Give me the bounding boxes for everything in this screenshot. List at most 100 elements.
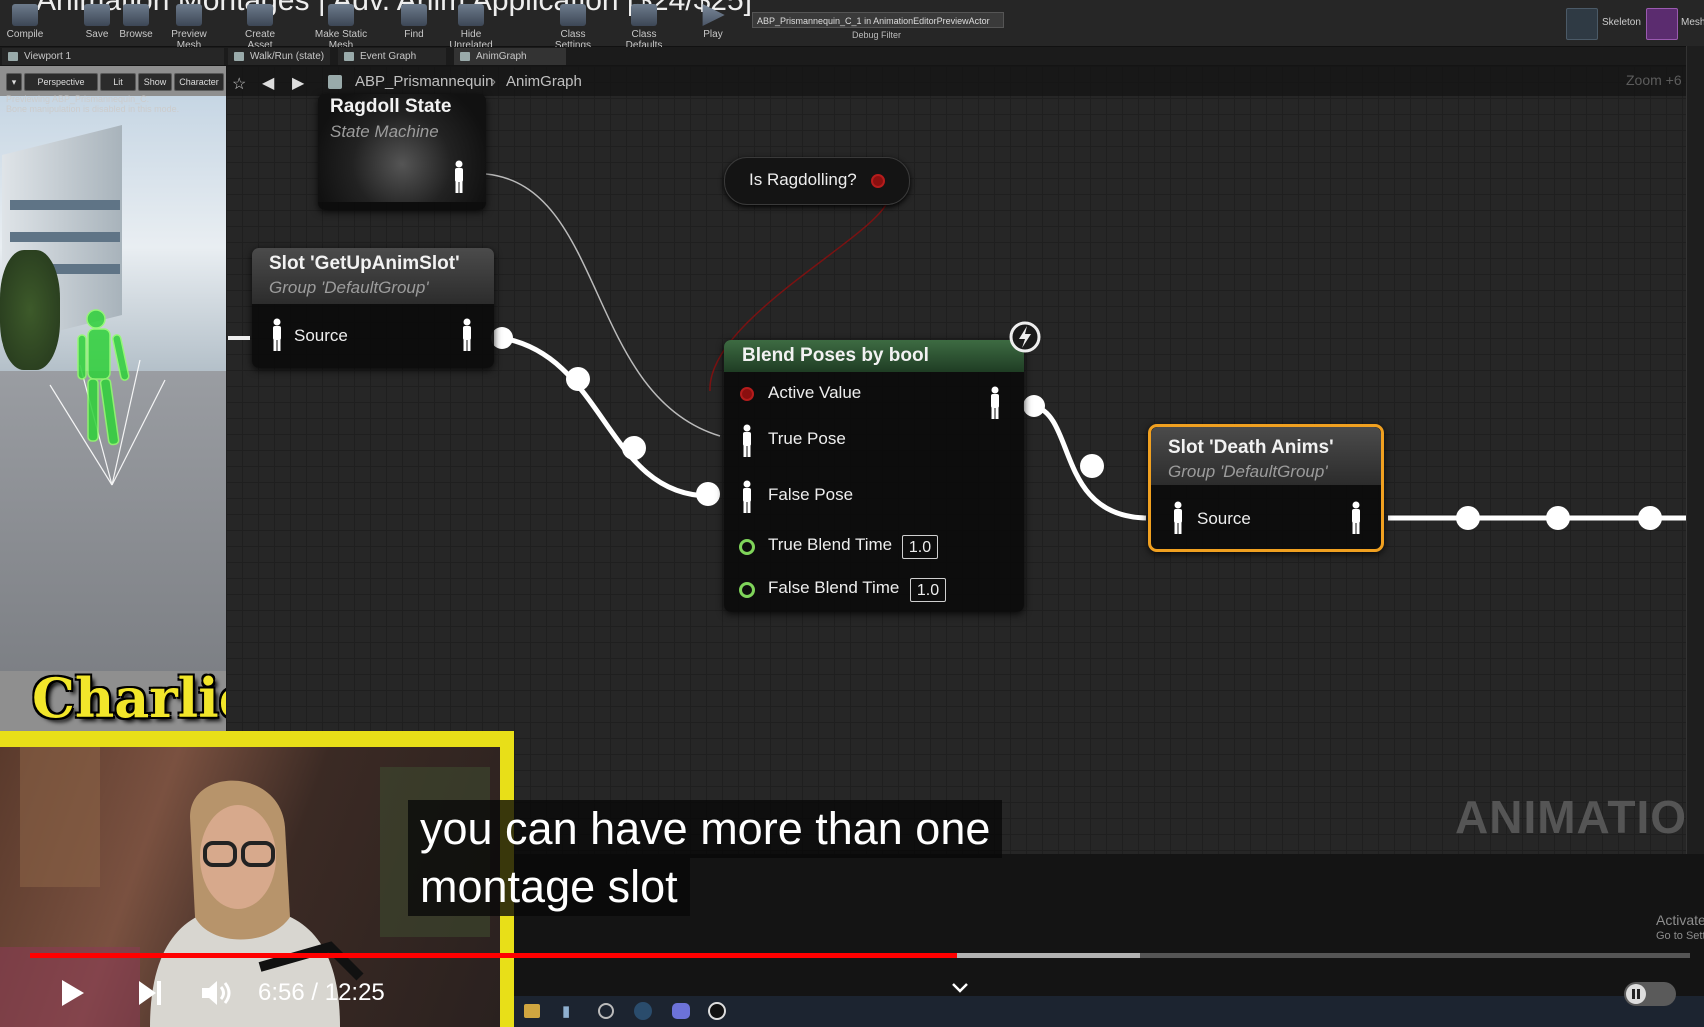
pin-label-true-blend-time: True Blend Time [768, 535, 893, 554]
pin-label-false-blend-time: False Blend Time [768, 578, 900, 597]
browse-icon [123, 4, 149, 26]
compile-icon [12, 4, 38, 26]
death-anims-slot-node[interactable]: Slot 'Death Anims' Group 'DefaultGroup' … [1148, 424, 1384, 552]
bool-output-pin-icon[interactable] [871, 174, 885, 188]
hide-unrelated-button[interactable]: Hide Unrelated [438, 2, 504, 51]
breadcrumb-root[interactable]: ABP_Prismannequin [355, 73, 493, 90]
is-ragdolling-node[interactable]: Is Ragdolling? [724, 157, 910, 205]
fast-path-lightning-icon [1009, 321, 1041, 353]
channel-watermark: Charlie [32, 666, 254, 730]
find-icon [401, 4, 427, 26]
make-static-mesh-button[interactable]: Make Static Mesh [302, 2, 380, 51]
pose-output-pin-icon[interactable] [988, 386, 1002, 420]
windows-taskbar [514, 996, 1704, 1027]
class-settings-icon [560, 4, 586, 26]
browse-button[interactable]: Browse [118, 2, 154, 44]
find-button[interactable]: Find [400, 2, 428, 44]
breadcrumb-separator-icon: › [491, 73, 496, 90]
graph-icon [344, 52, 354, 61]
steam-icon[interactable] [634, 1002, 652, 1020]
static-mesh-icon [328, 4, 354, 26]
debug-filter-dropdown[interactable]: ABP_Prismannequin_C_1 in AnimationEditor… [752, 12, 1004, 28]
viewport-note: Previewing ABP_Prismannequin_C. Bone mani… [6, 94, 179, 114]
tab-viewport[interactable]: Viewport 1 [2, 48, 224, 65]
tab-anim-graph[interactable]: AnimGraph [454, 48, 566, 65]
hide-unrelated-icon [458, 4, 484, 26]
autoplay-toggle[interactable] [1624, 982, 1676, 1006]
pose-input-pin-icon[interactable] [1171, 501, 1185, 535]
chevron-down-icon[interactable] [950, 980, 970, 996]
save-button[interactable]: Save [80, 2, 114, 44]
false-pose-pin-icon[interactable] [740, 480, 754, 514]
details-panel-edge[interactable] [1686, 46, 1704, 854]
activation-line: Go to Sett [1656, 930, 1704, 942]
create-asset-button[interactable]: Create Asset [232, 2, 288, 51]
next-video-icon[interactable] [136, 979, 166, 1007]
activation-line: Activate [1656, 912, 1704, 928]
preview-mesh-icon [176, 4, 202, 26]
pause-bar [1637, 989, 1640, 999]
perspective-button[interactable]: Perspective [24, 73, 98, 91]
active-value-pin-icon[interactable] [740, 387, 754, 401]
pose-output-pin-icon[interactable] [460, 318, 474, 352]
mannequin-figure[interactable] [40, 305, 180, 505]
class-defaults-icon [631, 4, 657, 26]
back-arrow-icon[interactable]: ◀ [262, 73, 274, 93]
chart-app-icon[interactable]: ▮ [562, 1002, 570, 1020]
windows-activation-notice: Activate Go to Sett [1656, 912, 1704, 944]
getup-to-false-pose-wire [501, 335, 711, 499]
viewport-note-line: Previewing ABP_Prismannequin_C. [6, 94, 150, 104]
true-blend-time-input[interactable]: 1.0 [902, 535, 938, 559]
pause-bar [1632, 989, 1635, 999]
lit-button[interactable]: Lit [100, 73, 136, 91]
class-defaults-button[interactable]: Class Defaults [612, 2, 676, 51]
true-pose-pin-icon[interactable] [740, 424, 754, 458]
pin-label-false-pose: False Pose [768, 485, 854, 504]
class-settings-button[interactable]: Class Settings [542, 2, 604, 51]
pin-label-active-value: Active Value [768, 383, 862, 402]
pose-input-pin-icon[interactable] [270, 318, 284, 352]
play-button[interactable]: Play [696, 2, 730, 44]
pose-output-pin-icon[interactable] [1349, 501, 1363, 535]
false-blend-time-input[interactable]: 1.0 [910, 578, 946, 602]
play-icon[interactable] [58, 978, 88, 1008]
breadcrumb-leaf[interactable]: AnimGraph [506, 73, 582, 90]
viewport-menu-button[interactable]: ▾ [6, 73, 22, 91]
create-asset-icon [247, 4, 273, 26]
pose-output-pin-icon[interactable] [452, 160, 466, 194]
favorite-star-icon[interactable]: ☆ [232, 74, 246, 94]
node-label: Is Ragdolling? [749, 170, 857, 189]
viewport-note-line: Bone manipulation is disabled in this mo… [6, 104, 180, 114]
tab-event-graph[interactable]: Event Graph [338, 48, 446, 65]
discord-icon[interactable] [672, 1003, 690, 1019]
compile-button[interactable]: Compile [4, 2, 46, 44]
getup-slot-node[interactable]: Slot 'GetUpAnimSlot' Group 'DefaultGroup… [252, 248, 494, 368]
unreal-engine-icon[interactable] [708, 1002, 726, 1020]
ragdoll-to-true-pose-wire [485, 173, 721, 437]
ragdoll-state-node[interactable]: Ragdoll State State Machine [318, 94, 486, 210]
node-subtitle: Group 'DefaultGroup' [1168, 462, 1328, 481]
preview-mesh-button[interactable]: Preview Mesh [158, 2, 220, 51]
false-blend-time-pin-icon[interactable] [739, 582, 755, 598]
graph-watermark: ANIMATION [1455, 791, 1704, 843]
building-window-row [10, 200, 120, 210]
show-button[interactable]: Show [138, 73, 172, 91]
pin-label-source: Source [294, 326, 348, 345]
pin-label-true-pose: True Pose [768, 429, 846, 448]
pause-icon [1626, 984, 1646, 1004]
play-icon [702, 4, 725, 26]
character-button[interactable]: Character [174, 73, 224, 91]
true-blend-time-pin-icon[interactable] [739, 539, 755, 555]
file-explorer-icon[interactable] [524, 1004, 540, 1018]
forward-arrow-icon[interactable]: ▶ [292, 73, 304, 93]
skeleton-icon [1566, 8, 1598, 40]
node-title: Slot 'Death Anims' [1168, 437, 1334, 458]
blender-icon[interactable] [598, 1003, 614, 1019]
blend-poses-by-bool-node[interactable]: Blend Poses by bool Active Value True Po… [724, 340, 1024, 612]
tab-walk-run-state[interactable]: Walk/Run (state) [228, 48, 330, 65]
anim-graph-icon [460, 52, 470, 61]
subtitle-line-2: montage slot [408, 858, 690, 916]
node-title: Ragdoll State [330, 96, 452, 117]
volume-icon[interactable] [200, 978, 234, 1008]
node-subtitle: State Machine [330, 122, 439, 141]
